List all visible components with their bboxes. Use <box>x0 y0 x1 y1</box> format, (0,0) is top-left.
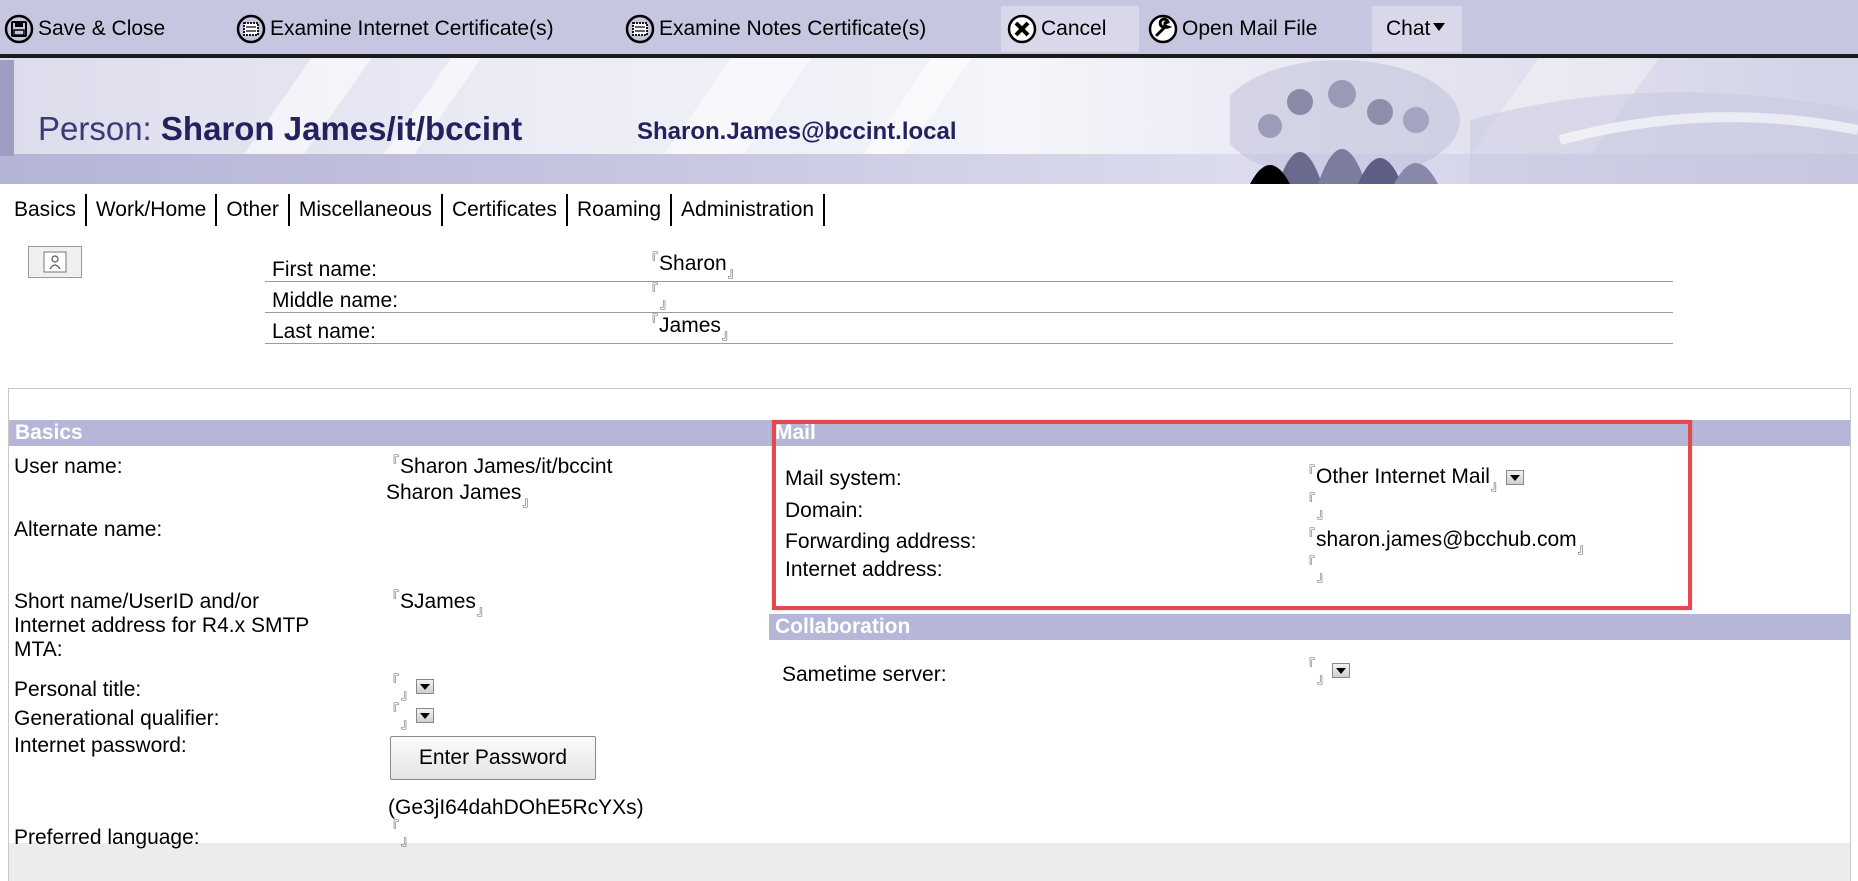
internet-password-label: Internet password: <box>14 734 187 757</box>
examine-notes-cert-button[interactable]: Examine Notes Certificate(s) <box>625 6 926 52</box>
mail-system-label: Mail system: <box>785 467 902 490</box>
sametime-server-label: Sametime server: <box>782 663 947 686</box>
preferred-language-label: Preferred language: <box>14 826 200 849</box>
people-banner-graphic <box>1230 60 1858 184</box>
examine-internet-label: Examine Internet Certificate(s) <box>270 17 554 40</box>
first-name-field[interactable]: 『Sharon』 <box>645 251 741 280</box>
picture-button[interactable] <box>28 246 82 278</box>
first-name-label: First name: <box>272 258 378 281</box>
short-name-field[interactable]: 『SJames』 <box>386 589 490 618</box>
cancel-label: Cancel <box>1041 17 1107 40</box>
collaboration-section-header: Collaboration <box>769 614 1850 640</box>
personal-title-field[interactable]: 『』 <box>386 673 435 702</box>
tab-roaming[interactable]: Roaming <box>568 194 673 226</box>
cancel-button[interactable]: Cancel <box>1001 6 1139 52</box>
open-mail-file-button[interactable]: Open Mail File <box>1148 6 1317 52</box>
tab-administration[interactable]: Administration <box>672 194 826 226</box>
save-close-button[interactable]: Save & Close <box>4 6 165 52</box>
personal-title-label: Personal title: <box>14 678 142 701</box>
last-name-label: Last name: <box>272 320 376 343</box>
sametime-server-dropdown[interactable] <box>1332 662 1351 678</box>
sametime-server-field[interactable]: 『』 <box>1302 657 1351 686</box>
chevron-down-icon <box>1433 23 1446 31</box>
middle-name-row: Middle name: 『』 <box>265 281 1673 313</box>
last-name-row: Last name: 『James』 <box>265 312 1673 344</box>
certificate-icon <box>236 14 266 44</box>
generational-qualifier-dropdown[interactable] <box>416 707 435 723</box>
forwarding-address-field[interactable]: 『sharon.james@bcchub.com』 <box>1302 527 1591 556</box>
mail-section-header: Mail <box>769 420 1850 446</box>
page-title: Person: Sharon James/it/bccint <box>38 110 522 148</box>
internet-address-label: Internet address: <box>785 558 943 581</box>
domain-field[interactable]: 『』 <box>1302 492 1330 521</box>
mail-system-field[interactable]: 『Other Internet Mail』 <box>1302 464 1524 493</box>
generational-qualifier-field[interactable]: 『』 <box>386 702 435 731</box>
tab-certificates[interactable]: Certificates <box>443 194 568 226</box>
person-email: Sharon.James@bccint.local <box>637 118 957 145</box>
certificate-icon <box>625 14 655 44</box>
examine-internet-cert-button[interactable]: Examine Internet Certificate(s) <box>236 6 554 52</box>
wrench-icon <box>1148 14 1178 44</box>
open-mail-label: Open Mail File <box>1182 17 1318 40</box>
action-toolbar: Save & Close Examine Internet Certificat… <box>0 0 1858 58</box>
tab-basics[interactable]: Basics <box>0 194 87 226</box>
examine-notes-label: Examine Notes Certificate(s) <box>659 17 927 40</box>
tab-other[interactable]: Other <box>217 194 290 226</box>
middle-name-field[interactable]: 『』 <box>645 282 673 311</box>
password-hash-value: (Ge3jI64dahDOhE5RcYXs) <box>388 796 644 819</box>
tab-miscellaneous[interactable]: Miscellaneous <box>290 194 443 226</box>
person-label: Person: <box>38 110 152 147</box>
chat-dropdown-button[interactable]: Chat <box>1372 6 1462 52</box>
chat-label: Chat <box>1386 17 1431 40</box>
user-name-field[interactable]: 『Sharon James/it/bccint Sharon James』 <box>386 454 612 509</box>
save-icon <box>4 14 34 44</box>
picture-icon <box>43 251 67 273</box>
preferred-language-field[interactable]: 『』 <box>386 819 414 848</box>
personal-title-dropdown[interactable] <box>416 678 435 694</box>
save-close-label: Save & Close <box>38 17 166 40</box>
enter-password-button[interactable]: Enter Password <box>390 736 596 780</box>
domain-label: Domain: <box>785 499 864 522</box>
short-name-label: Short name/UserID and/or Internet addres… <box>14 590 310 661</box>
cancel-icon <box>1007 14 1037 44</box>
forwarding-address-label: Forwarding address: <box>785 530 977 553</box>
alternate-name-label: Alternate name: <box>14 518 163 541</box>
user-name-label: User name: <box>14 455 123 478</box>
basics-section-header: Basics <box>9 420 769 446</box>
last-name-field[interactable]: 『James』 <box>645 313 735 342</box>
tab-work-home[interactable]: Work/Home <box>87 194 218 226</box>
middle-name-label: Middle name: <box>272 289 399 312</box>
generational-qualifier-label: Generational qualifier: <box>14 707 220 730</box>
internet-address-field[interactable]: 『』 <box>1302 555 1330 584</box>
mail-system-dropdown[interactable] <box>1505 469 1524 485</box>
first-name-row: First name: 『Sharon』 <box>265 250 1673 282</box>
tab-bar: Basics Work/Home Other Miscellaneous Cer… <box>0 190 826 230</box>
person-name: Sharon James/it/bccint <box>160 110 523 147</box>
